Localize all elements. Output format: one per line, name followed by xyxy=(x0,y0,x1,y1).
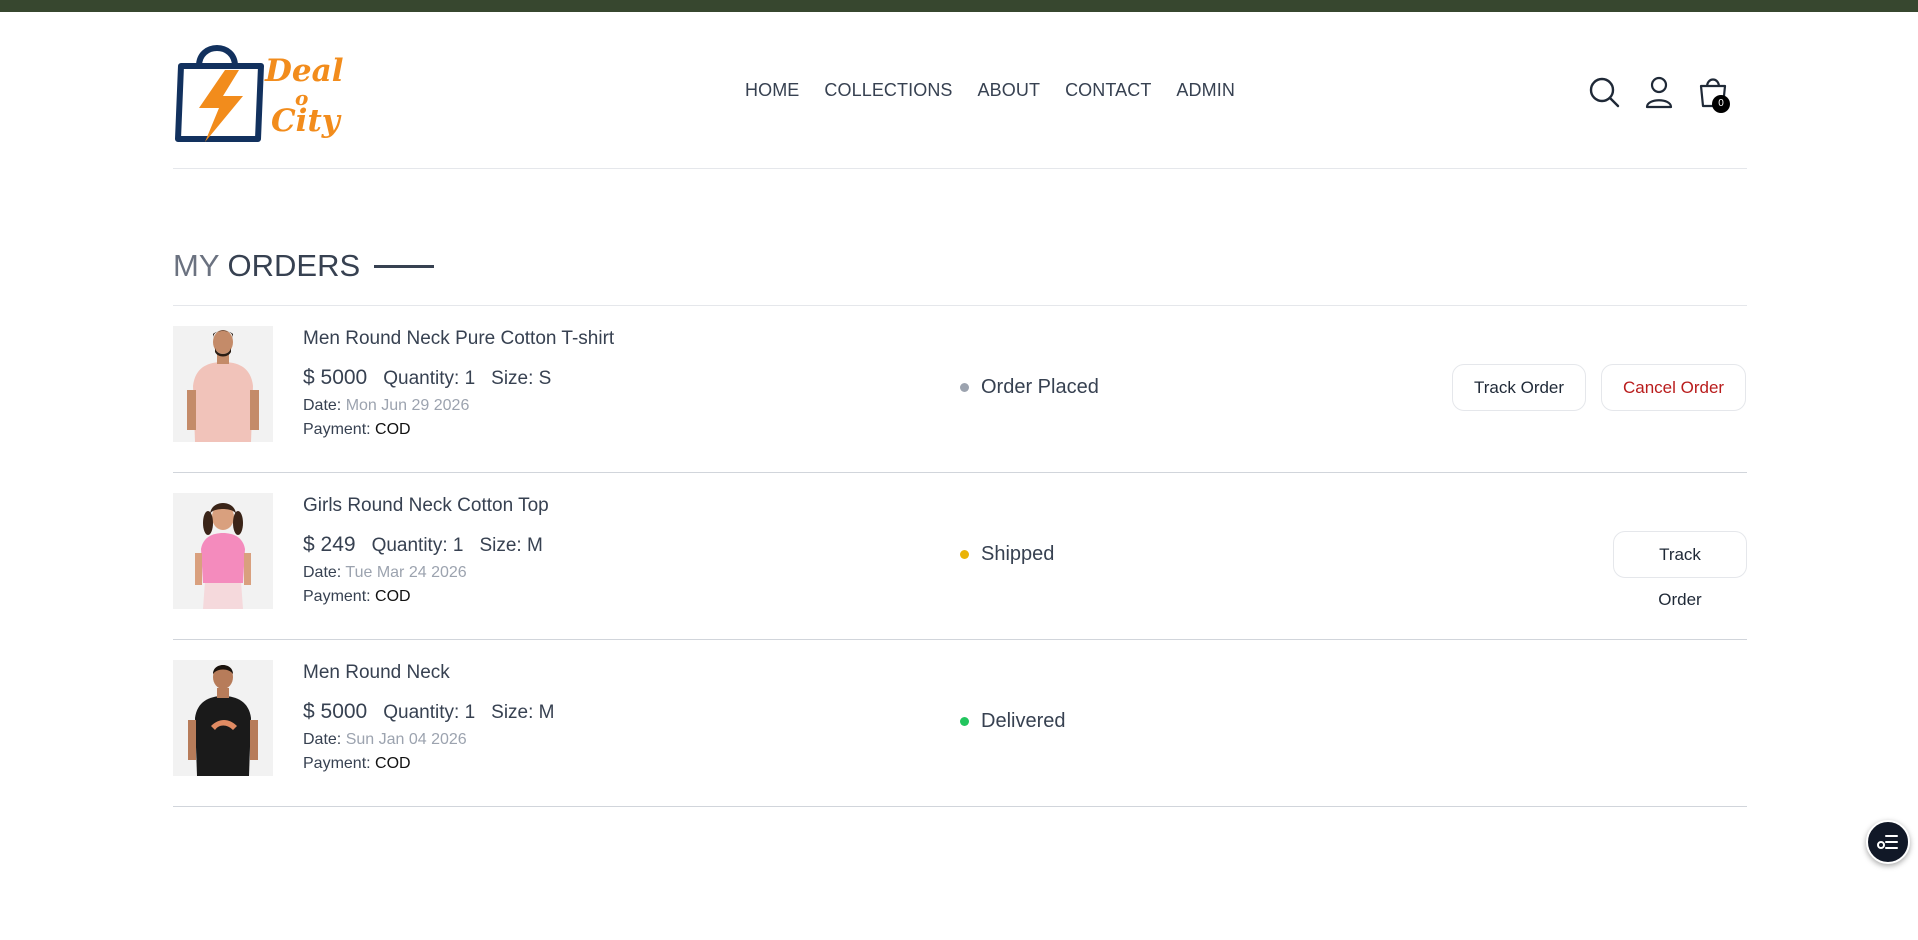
page-title: MY ORDERS xyxy=(173,248,435,284)
brand-logo[interactable]: Deal o City xyxy=(173,36,358,156)
track-order-button[interactable]: Track Order xyxy=(1452,364,1587,411)
cancel-order-button[interactable]: Cancel Order xyxy=(1601,364,1747,411)
floating-task-button[interactable] xyxy=(1866,820,1910,864)
nav-about[interactable]: ABOUT xyxy=(978,80,1041,101)
top-accent-bar xyxy=(0,0,1918,12)
quantity-value: 1 xyxy=(452,535,464,556)
quantity-label: Quantity: xyxy=(383,702,460,723)
date-value: Mon Jun 29 2026 xyxy=(345,397,470,414)
size-label: Size: xyxy=(479,535,522,556)
order-date: Date: Sun Jan 04 2026 xyxy=(303,731,571,749)
date-label: Date: xyxy=(303,731,342,748)
order-row: Girls Round Neck Cotton Top $ 249 Quanti… xyxy=(173,473,1747,640)
title-underline-dash xyxy=(374,264,435,268)
order-details: Men Round Neck Pure Cotton T-shirt $ 500… xyxy=(303,328,614,439)
status-dot-icon xyxy=(960,550,969,559)
product-price: $ 5000 xyxy=(303,366,368,389)
payment-value: COD xyxy=(375,421,411,438)
product-image xyxy=(173,660,273,776)
quantity: Quantity: 1 xyxy=(383,702,475,724)
user-icon[interactable] xyxy=(1642,74,1676,110)
product-image xyxy=(173,326,273,442)
order-details: Girls Round Neck Cotton Top $ 249 Quanti… xyxy=(303,495,559,606)
page-title-part1: MY xyxy=(173,248,220,283)
payment-label: Payment: xyxy=(303,588,371,605)
status-text: Shipped xyxy=(981,543,1055,565)
nav-contact[interactable]: CONTACT xyxy=(1065,80,1151,101)
product-price: $ 5000 xyxy=(303,700,368,723)
search-icon[interactable] xyxy=(1587,74,1621,110)
quantity: Quantity: 1 xyxy=(372,535,464,557)
order-status: Order Placed xyxy=(960,376,1099,399)
size: Size: S xyxy=(491,368,551,390)
order-row: Men Round Neck Pure Cotton T-shirt $ 500… xyxy=(173,306,1747,473)
quantity-label: Quantity: xyxy=(371,535,448,556)
product-name: Men Round Neck Pure Cotton T-shirt xyxy=(303,328,615,349)
date-value: Sun Jan 04 2026 xyxy=(345,731,467,748)
task-list-icon xyxy=(1877,835,1898,849)
product-name: Girls Round Neck Cotton Top xyxy=(303,495,549,516)
status-dot-icon xyxy=(960,717,969,726)
nav-home[interactable]: HOME xyxy=(745,80,799,101)
order-meta: $ 5000 Quantity: 1 Size: S xyxy=(303,366,614,390)
main-nav: HOME COLLECTIONS ABOUT CONTACT ADMIN xyxy=(745,80,1260,101)
site-header: Deal o City HOME COLLECTIONS ABOUT CONTA… xyxy=(173,12,1747,169)
product-image xyxy=(173,493,273,609)
status-text: Order Placed xyxy=(981,376,1099,398)
payment-method: Payment: COD xyxy=(303,755,571,773)
date-value: Tue Mar 24 2026 xyxy=(345,564,467,581)
quantity-label: Quantity: xyxy=(383,368,460,389)
payment-value: COD xyxy=(375,755,411,772)
size-value: M xyxy=(538,702,555,723)
order-status: Shipped xyxy=(960,543,1054,566)
payment-label: Payment: xyxy=(303,421,371,438)
nav-admin[interactable]: ADMIN xyxy=(1176,80,1235,101)
nav-collections[interactable]: COLLECTIONS xyxy=(824,80,952,101)
order-status: Delivered xyxy=(960,710,1065,733)
payment-label: Payment: xyxy=(303,755,371,772)
payment-value: COD xyxy=(375,588,411,605)
quantity-value: 1 xyxy=(464,702,476,723)
size-label: Size: xyxy=(491,702,534,723)
track-order-button[interactable]: Track Order xyxy=(1613,531,1747,609)
order-date: Date: Mon Jun 29 2026 xyxy=(303,397,614,415)
order-details: Men Round Neck $ 5000 Quantity: 1 Size: … xyxy=(303,662,571,773)
quantity-value: 1 xyxy=(464,368,476,389)
product-name: Men Round Neck xyxy=(303,662,450,683)
payment-method: Payment: COD xyxy=(303,421,614,439)
date-label: Date: xyxy=(303,564,342,581)
quantity: Quantity: 1 xyxy=(383,368,475,390)
payment-method: Payment: COD xyxy=(303,588,559,606)
logo-word-3: City xyxy=(271,103,340,139)
product-price: $ 249 xyxy=(303,533,356,556)
cart-count-badge: 0 xyxy=(1712,95,1730,113)
header-actions: 0 xyxy=(1587,74,1747,114)
order-meta: $ 249 Quantity: 1 Size: M xyxy=(303,533,559,557)
size-value: S xyxy=(538,368,552,389)
page-title-part2: ORDERS xyxy=(227,248,361,283)
size-value: M xyxy=(527,535,543,556)
logo-word-1: Deal xyxy=(265,53,344,89)
order-meta: $ 5000 Quantity: 1 Size: M xyxy=(303,700,571,724)
date-label: Date: xyxy=(303,397,342,414)
shopping-bag-logo-icon xyxy=(175,45,264,142)
order-row: Men Round Neck $ 5000 Quantity: 1 Size: … xyxy=(173,640,1747,807)
size-label: Size: xyxy=(491,368,534,389)
order-date: Date: Tue Mar 24 2026 xyxy=(303,564,559,582)
status-dot-icon xyxy=(960,383,969,392)
status-text: Delivered xyxy=(981,710,1066,732)
size: Size: M xyxy=(491,702,554,724)
size: Size: M xyxy=(479,535,542,557)
